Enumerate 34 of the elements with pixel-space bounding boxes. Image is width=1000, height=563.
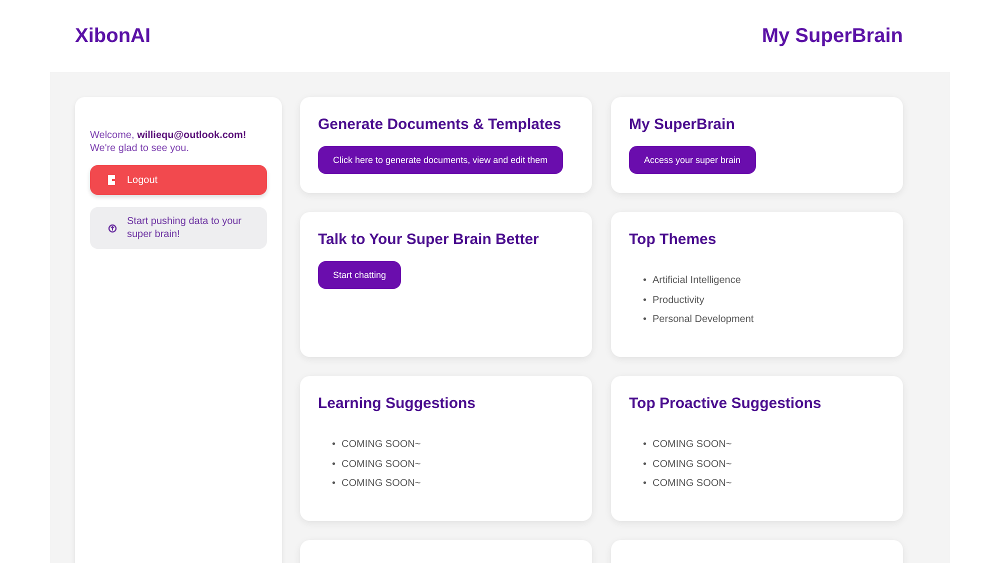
- list-bullet: •: [332, 438, 336, 452]
- action-button[interactable]: Access your super brain: [629, 146, 756, 174]
- list-item: COMING SOON~: [652, 458, 732, 471]
- list-item: Artificial Intelligence: [652, 274, 741, 288]
- logout-button[interactable]: Logout: [90, 165, 267, 195]
- list-bullet: •: [643, 477, 647, 490]
- card-title: Top Themes: [629, 231, 718, 249]
- list-item: COMING SOON~: [342, 477, 421, 490]
- list-item: COMING SOON~: [652, 438, 732, 452]
- card-title: Generate Documents & Templates: [318, 116, 562, 134]
- circle-icon: [108, 224, 117, 232]
- push-data-button[interactable]: Start pushing data to your super brain!: [90, 207, 267, 249]
- list-item: Personal Development: [652, 313, 754, 326]
- action-button[interactable]: Click here to generate documents, view and edit them: [318, 146, 563, 174]
- list-item: Productivity: [652, 294, 704, 307]
- card-title: Talk to Your Super Brain Better: [318, 231, 540, 249]
- list-bullet: •: [643, 313, 647, 326]
- welcome-message: Welcome, williequ@outlook.com! We're glad to see you.: [90, 129, 248, 155]
- list-bullet: •: [332, 458, 336, 471]
- list-bullet: •: [643, 438, 647, 452]
- list-bullet: •: [643, 458, 647, 471]
- list-bullet: •: [332, 477, 336, 490]
- card-title: My SuperBrain: [629, 116, 736, 134]
- page-title: My SuperBrain: [762, 24, 903, 48]
- list-item: COMING SOON~: [342, 458, 421, 471]
- list-bullet: •: [643, 274, 647, 288]
- list-item: COMING SOON~: [342, 438, 421, 452]
- brand-name: XibonAI: [75, 24, 151, 48]
- card-title: Learning Suggestions: [318, 395, 477, 413]
- list-item: COMING SOON~: [652, 477, 732, 490]
- card-title: Top Proactive Suggestions: [629, 395, 822, 413]
- door-icon: [108, 175, 117, 185]
- action-button[interactable]: Start chatting: [318, 261, 402, 289]
- list-bullet: •: [643, 294, 647, 307]
